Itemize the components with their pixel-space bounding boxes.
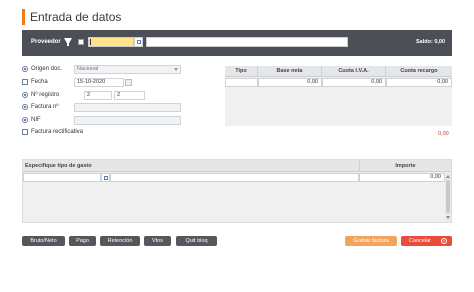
registro-value-2: 2 [117, 92, 121, 98]
scrollbar-thumb[interactable] [446, 180, 450, 213]
factura-radio[interactable] [22, 104, 28, 110]
quit-bloq-button[interactable]: Quit bloq [176, 236, 217, 246]
tipo-gasto-code-cell[interactable] [23, 173, 101, 182]
registro-input-1[interactable]: 2 [84, 91, 112, 100]
proveedor-label: Proveedor [31, 39, 61, 45]
expense-table: Especifique tipo de gasto Importe 0,00 [22, 159, 452, 223]
col-tipo-gasto: Especifique tipo de gasto [25, 163, 92, 169]
filter-icon[interactable] [64, 38, 72, 46]
origen-value: Nacional [77, 66, 99, 72]
lookup-icon[interactable] [101, 173, 110, 182]
fecha-label: Fecha [31, 79, 48, 85]
scroll-down-icon[interactable] [446, 216, 450, 219]
col-cuota-recargo: Cuota recargo [400, 68, 438, 74]
cancelar-button[interactable]: Cancelar × [401, 236, 452, 246]
origen-select[interactable]: Nacional [74, 65, 181, 74]
tax-table: Tipo Base neta Cuota I.V.A. Cuota recarg… [225, 66, 452, 126]
rectificativa-label: Factura rectificativa [31, 129, 84, 135]
scroll-up-icon[interactable] [446, 175, 450, 178]
cancelar-label: Cancelar [409, 238, 432, 244]
proveedor-code-input[interactable] [88, 37, 134, 47]
nif-label: NIF [31, 117, 41, 123]
table-row: 0,00 [23, 173, 451, 182]
col-base-neta: Base neta [258, 66, 322, 77]
page-title-block: Entrada de datos [22, 9, 121, 25]
retencion-button[interactable]: Retención [100, 236, 140, 246]
fecha-input[interactable]: 15-10-2020 [74, 78, 124, 87]
registro-radio[interactable] [22, 92, 28, 98]
nif-radio[interactable] [22, 117, 28, 123]
close-icon: × [441, 238, 447, 244]
expense-table-header: Especifique tipo de gasto Importe [23, 160, 451, 172]
lookup-glyph [104, 176, 108, 180]
base-neta-cell[interactable]: 0,00 [258, 78, 322, 87]
col-cuota-iva: Cuota I.V.A. [322, 66, 386, 77]
table-row: 0,00 0,00 0,00 [225, 78, 452, 87]
rectificativa-checkbox[interactable] [22, 129, 28, 135]
grabar-factura-button[interactable]: Grabar factura [345, 236, 397, 246]
chevron-down-icon [174, 68, 178, 71]
calendar-icon[interactable] [125, 79, 132, 86]
cuota-recargo-cell[interactable]: 0,00 [386, 78, 452, 87]
factura-label: Factura nº [31, 104, 59, 110]
fecha-checkbox[interactable] [22, 79, 28, 85]
cuota-iva-cell[interactable]: 0,00 [322, 78, 386, 87]
col-tipo: Tipo [225, 66, 258, 77]
origen-label: Origen doc. [31, 66, 63, 72]
scrollbar[interactable] [445, 173, 451, 221]
tipo-gasto-desc-cell[interactable] [110, 173, 359, 182]
pago-button[interactable]: Pago [69, 236, 96, 246]
tax-total: 0,00 [438, 131, 449, 137]
proveedor-bar: Proveedor Saldo: 0,00 [22, 30, 452, 56]
registro-value-1: 2 [87, 92, 91, 98]
lookup-glyph [137, 40, 141, 44]
tipo-cell[interactable] [225, 78, 258, 87]
nif-input[interactable] [74, 116, 181, 125]
page-title: Entrada de datos [30, 10, 122, 24]
factura-input[interactable] [74, 103, 181, 112]
proveedor-checkbox[interactable] [78, 39, 84, 45]
vtos-button[interactable]: Vtos [144, 236, 171, 246]
tax-table-header: Tipo Base neta Cuota I.V.A. Cuota recarg… [225, 66, 452, 77]
proveedor-name-input[interactable] [146, 37, 348, 47]
col-importe: Importe [359, 160, 451, 172]
origen-radio[interactable] [22, 66, 28, 72]
registro-label: Nº registro [31, 92, 60, 98]
lookup-icon[interactable] [134, 37, 143, 47]
registro-input-2[interactable]: 2 [114, 91, 145, 100]
importe-cell[interactable]: 0,00 [359, 173, 445, 182]
saldo-text: Saldo: 0,00 [416, 39, 446, 45]
fecha-value: 15-10-2020 [77, 79, 106, 85]
bruto-neto-button[interactable]: Bruto/Neto [22, 236, 65, 246]
